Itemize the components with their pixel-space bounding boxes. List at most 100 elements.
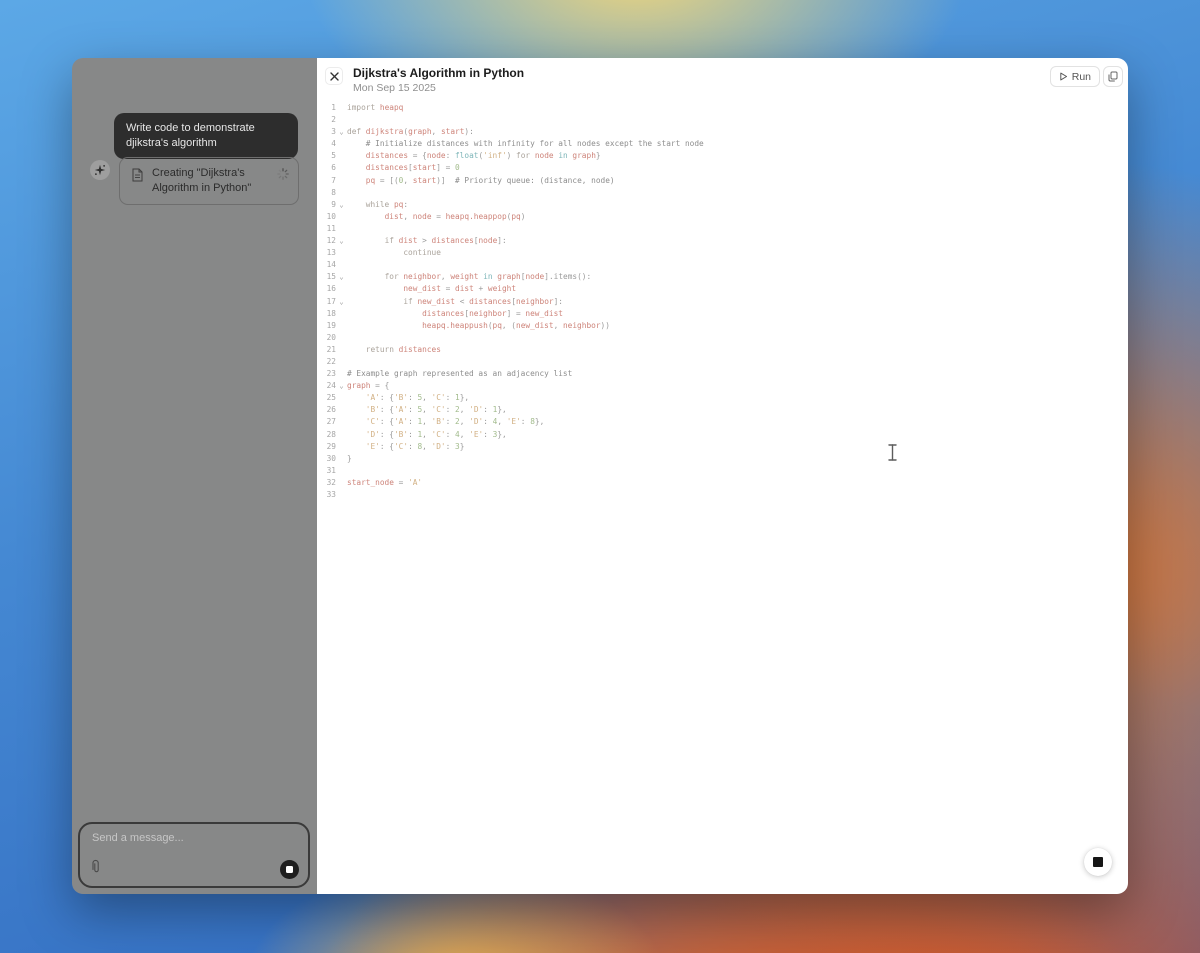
code-line: 33 — [317, 489, 1128, 501]
code-token-com: # Initialize distances with infinity for… — [347, 139, 704, 149]
code-token-pl: = { — [370, 381, 390, 391]
message-composer[interactable]: Send a message... — [78, 822, 310, 888]
fold-gutter-spacer — [336, 344, 347, 356]
fold-chevron-icon[interactable]: ⌄ — [336, 296, 347, 308]
copy-code-button[interactable] — [1103, 66, 1123, 87]
fold-gutter-spacer — [336, 223, 347, 235]
code-token-pl: < — [455, 296, 470, 306]
code-token-pl: = { — [408, 151, 427, 161]
run-button[interactable]: Run — [1049, 66, 1100, 87]
code-token-pl: : { — [379, 441, 394, 451]
line-number: 13 — [326, 248, 336, 258]
code-token-pl: ) — [506, 151, 517, 161]
code-line-text: 'D': {'B': 1, 'C': 4, 'E': 3}, — [347, 429, 507, 441]
fold-gutter-spacer — [336, 441, 347, 453]
code-token-pl: : — [445, 405, 456, 415]
play-icon — [1060, 72, 1067, 81]
stop-generating-button[interactable] — [1084, 848, 1112, 876]
code-line: 17 ⌄ if new_dist < distances[neighbor]: — [317, 296, 1128, 308]
code-line: 13 continue — [317, 247, 1128, 259]
close-icon — [329, 71, 339, 81]
code-token-pl: = — [431, 211, 446, 221]
stop-square-icon — [286, 866, 293, 873]
line-number: 20 — [326, 332, 336, 342]
code-token-var: graph — [408, 127, 432, 137]
run-button-label: Run — [1071, 70, 1091, 83]
code-line: 30} — [317, 453, 1128, 465]
fold-gutter-spacer — [336, 175, 347, 187]
code-token-str: 'B' — [393, 429, 409, 439]
fold-gutter-spacer — [336, 465, 347, 477]
code-token-var: node — [426, 151, 446, 161]
code-token-var: heapq.heappop — [445, 211, 507, 221]
code-token-str: 'A' — [393, 417, 409, 427]
code-token-var: weight — [487, 284, 517, 294]
fold-gutter-spacer — [336, 368, 347, 380]
close-canvas-button[interactable] — [325, 67, 343, 85]
code-token-var: distances — [469, 296, 512, 306]
fold-gutter-spacer — [336, 283, 347, 295]
code-line: 6 distances[start] = 0 — [317, 162, 1128, 174]
line-number: 11 — [326, 223, 336, 233]
code-token-pl: : — [483, 429, 493, 439]
code-token-var: node — [478, 236, 498, 246]
code-token-tl: in — [483, 272, 493, 282]
line-number: 23 — [326, 369, 336, 379]
code-token-str: 'D' — [469, 417, 484, 427]
code-token-pl: + — [473, 284, 488, 294]
code-canvas-panel: Dijkstra's Algorithm in Python Mon Sep 1… — [317, 58, 1128, 894]
attachment-paperclip-icon[interactable] — [90, 859, 101, 879]
code-token-var: node — [412, 211, 432, 221]
fold-gutter-spacer — [336, 162, 347, 174]
code-token-pl: , — [459, 405, 470, 415]
line-number: 29 — [326, 441, 336, 451]
line-number: 9 — [331, 199, 336, 209]
code-token-var: node — [525, 272, 545, 282]
line-number: 26 — [326, 405, 336, 415]
code-token-pl: ): — [464, 127, 474, 137]
fold-gutter-spacer — [336, 489, 347, 501]
fold-chevron-icon[interactable]: ⌄ — [336, 380, 347, 392]
code-line: 24 ⌄ graph = { — [317, 380, 1128, 392]
tool-use-card[interactable]: Creating "Dijkstra's Algorithm in Python… — [119, 157, 299, 205]
code-token-tl: float — [454, 151, 479, 161]
code-token-str: 'A' — [365, 393, 380, 403]
code-token-var: pq — [511, 211, 521, 221]
line-number: 8 — [331, 187, 336, 197]
code-editor[interactable]: 1 import heapq 2 3 ⌄ def dijkstra(graph, star… — [317, 102, 1128, 501]
code-line: 16 new_dist = dist + weight — [317, 283, 1128, 295]
code-token-str: 'B' — [393, 393, 409, 403]
fold-chevron-icon[interactable]: ⌄ — [336, 235, 347, 247]
code-token-pl: > — [417, 236, 432, 246]
code-token-pl: : { — [379, 405, 394, 415]
line-number: 15 — [326, 272, 336, 282]
composer-stop-button[interactable] — [280, 860, 299, 879]
fold-chevron-icon[interactable]: ⌄ — [336, 199, 347, 211]
code-line-text: # Example graph represented as an adjace… — [347, 368, 572, 380]
code-token-var: neighbor — [562, 320, 601, 330]
code-token-var: heapq — [379, 103, 404, 112]
code-line: 8 — [317, 187, 1128, 199]
code-line: 3 ⌄ def dijkstra(graph, start): — [317, 126, 1128, 138]
fold-chevron-icon[interactable]: ⌄ — [336, 271, 347, 283]
code-token-pl: } — [595, 151, 601, 161]
line-number: 31 — [326, 465, 336, 475]
code-token-var: start_node — [347, 477, 394, 487]
code-token-str: 'C' — [431, 405, 446, 415]
line-number: 25 — [326, 393, 336, 403]
code-token-kw: if — [384, 236, 394, 246]
code-line-text: import heapq — [347, 102, 403, 114]
code-token-var: dist — [398, 236, 418, 246]
code-token-pl: , — [403, 175, 413, 185]
code-line-text: return distances — [347, 344, 441, 356]
chat-sidebar: Write code to demonstrate djikstra's alg… — [72, 58, 317, 894]
fold-gutter-spacer — [336, 259, 347, 271]
code-token-var: graph — [497, 272, 521, 282]
code-line-text: 'C': {'A': 1, 'B': 2, 'D': 4, 'E': 8}, — [347, 416, 545, 428]
fold-chevron-icon[interactable]: ⌄ — [336, 126, 347, 138]
code-line: 18 distances[neighbor] = new_dist — [317, 308, 1128, 320]
